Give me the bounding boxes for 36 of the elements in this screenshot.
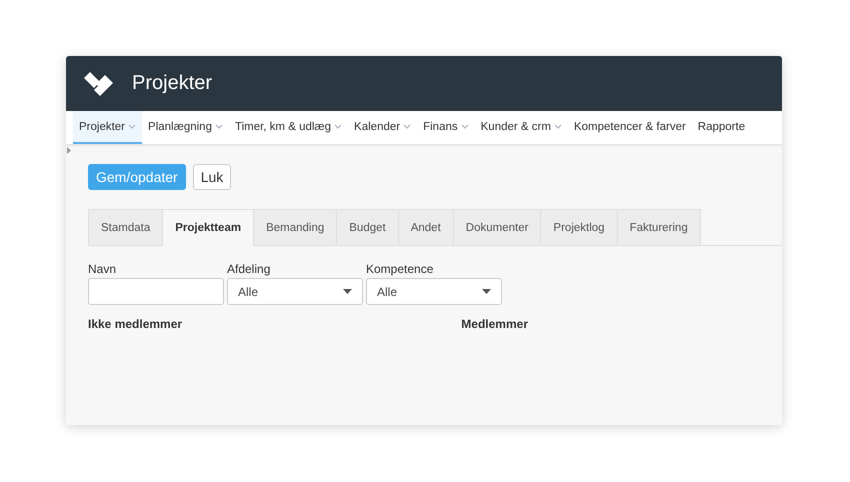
- caret-down-icon: [343, 289, 352, 294]
- field-label: Navn: [88, 262, 118, 276]
- nav-menu-item[interactable]: Kunder & crm: [474, 111, 568, 144]
- tab[interactable]: Projektteam: [162, 209, 254, 246]
- input-field[interactable]: [88, 278, 224, 305]
- close-button[interactable]: Luk: [192, 164, 232, 190]
- tab[interactable]: Budget: [336, 209, 398, 246]
- logo-icon: [82, 70, 114, 98]
- nav-menu-item[interactable]: Timer, km & udlæg: [228, 111, 348, 144]
- nav-menu-item[interactable]: Planlægning: [142, 111, 229, 144]
- field-label: Kompetence: [366, 262, 434, 276]
- chevron-down-icon: [214, 124, 223, 129]
- expand-arrow-icon[interactable]: [67, 147, 71, 154]
- field-label: Afdeling: [227, 262, 272, 276]
- tab[interactable]: Projektlog: [540, 209, 617, 246]
- caret-down-icon: [482, 289, 491, 294]
- dropdown[interactable]: Alle: [366, 278, 502, 305]
- tab[interactable]: Dokumenter: [452, 209, 540, 246]
- list-heading: Ikke medlemmer: [88, 317, 182, 331]
- tab[interactable]: Fakturering: [616, 209, 701, 246]
- nav-menu-item[interactable]: Kompetencer & farver: [568, 111, 692, 144]
- chevron-down-icon: [403, 124, 412, 129]
- list-heading: Medlemmer: [461, 317, 528, 331]
- chevron-down-icon: [128, 124, 136, 129]
- chevron-down-icon: [460, 124, 469, 129]
- tab[interactable]: Andet: [398, 209, 453, 246]
- tab[interactable]: Bemanding: [253, 209, 336, 246]
- page-title: Projekter: [132, 72, 212, 95]
- nav-menu-item[interactable]: Finans: [417, 111, 475, 144]
- chevron-down-icon: [554, 124, 562, 129]
- dropdown[interactable]: Alle: [227, 278, 363, 305]
- nav-menu-item[interactable]: Kalender: [348, 111, 418, 144]
- nav-menu-item[interactable]: Rapporte: [692, 111, 752, 144]
- chevron-down-icon: [334, 124, 342, 129]
- nav-menu-item[interactable]: Projekter: [73, 111, 142, 144]
- tab[interactable]: Stamdata: [88, 209, 162, 246]
